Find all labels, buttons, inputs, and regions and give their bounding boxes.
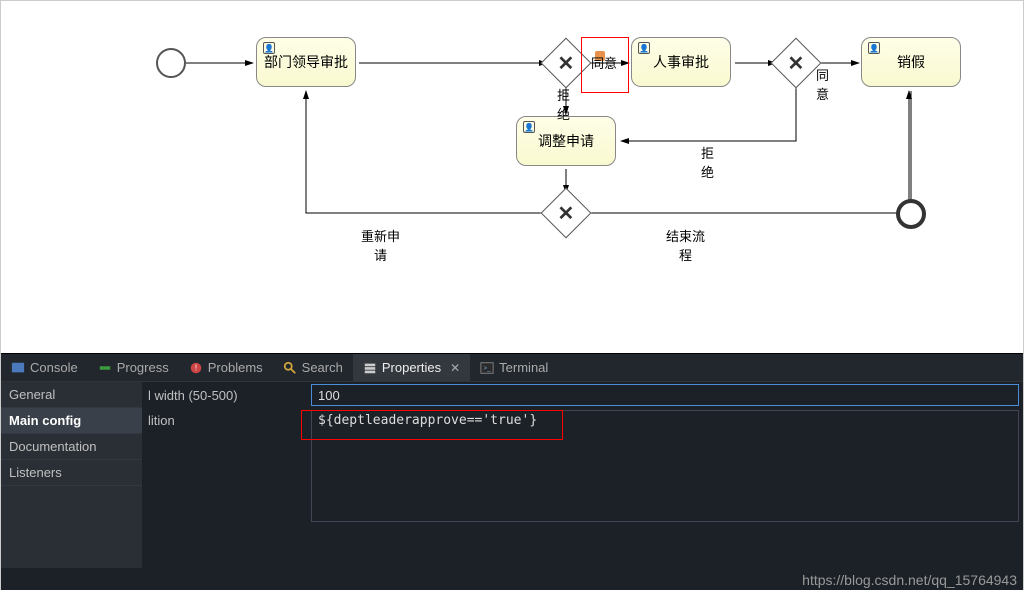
task-hr-approve[interactable]: 👤 人事审批	[631, 37, 731, 87]
task-cancel-leave[interactable]: 👤 销假	[861, 37, 961, 87]
tab-label: Terminal	[499, 360, 548, 375]
bottom-panel: Console Progress ! Problems Search Prope…	[1, 353, 1023, 590]
svg-text:!: !	[195, 363, 197, 372]
tab-label: Properties	[382, 360, 441, 375]
properties-body: General Main config Documentation Listen…	[1, 382, 1023, 568]
field-label-condition: lition	[142, 408, 307, 433]
console-icon	[11, 361, 25, 375]
field-row-condition: lition	[142, 408, 1023, 527]
flow-label-resubmit: 重新申 请	[361, 226, 400, 264]
task-label: 部门领导审批	[264, 52, 348, 72]
gateway-x-icon: ✕	[788, 50, 805, 75]
tab-search[interactable]: Search	[273, 354, 353, 381]
flow-label-agree2: 同 意	[816, 65, 829, 103]
end-event[interactable]	[896, 199, 926, 229]
task-label: 销假	[897, 52, 925, 72]
properties-icon	[363, 361, 377, 375]
field-row-width: l width (50-500)	[142, 382, 1023, 408]
start-event[interactable]	[156, 48, 186, 78]
tab-label: Console	[30, 360, 78, 375]
tab-terminal[interactable]: >_ Terminal	[470, 354, 558, 381]
progress-icon	[98, 361, 112, 375]
tab-label: Progress	[117, 360, 169, 375]
sidebar-item-listeners[interactable]: Listeners	[1, 460, 142, 486]
tab-problems[interactable]: ! Problems	[179, 354, 273, 381]
tab-properties[interactable]: Properties ✕	[353, 354, 470, 381]
condition-input[interactable]	[311, 410, 1019, 522]
gateway-3[interactable]: ✕	[541, 188, 592, 239]
task-label: 调整申请	[538, 131, 594, 151]
gateway-x-icon: ✕	[558, 50, 575, 75]
user-task-icon: 👤	[523, 121, 535, 133]
tab-label: Search	[302, 360, 343, 375]
panel-tabs: Console Progress ! Problems Search Prope…	[1, 354, 1023, 382]
sidebar-item-general[interactable]: General	[1, 382, 142, 408]
properties-sidebar: General Main config Documentation Listen…	[1, 382, 142, 568]
tab-console[interactable]: Console	[1, 354, 88, 381]
tab-label: Problems	[208, 360, 263, 375]
field-label-width: l width (50-500)	[142, 383, 307, 408]
properties-fields: l width (50-500) lition	[142, 382, 1023, 568]
search-icon	[283, 361, 297, 375]
flow-label-reject2: 拒 绝	[701, 143, 714, 181]
tab-progress[interactable]: Progress	[88, 354, 179, 381]
task-label: 人事审批	[653, 52, 709, 72]
width-input[interactable]	[311, 384, 1019, 406]
watermark-text: https://blog.csdn.net/qq_15764943	[802, 572, 1017, 588]
flow-label-reject: 拒 绝	[557, 85, 570, 123]
gateway-2[interactable]: ✕	[771, 38, 822, 89]
user-task-icon: 👤	[638, 42, 650, 54]
bpmn-diagram-canvas[interactable]: 👤 部门领导审批 ✕ 👤 人事审批 ✕ 👤 销假 👤 调整申请 ✕ 同意 拒 绝…	[1, 1, 1023, 353]
flow-label-agree: 同意	[591, 53, 617, 72]
sidebar-item-main-config[interactable]: Main config	[1, 408, 142, 434]
terminal-icon: >_	[480, 361, 494, 375]
user-task-icon: 👤	[868, 42, 880, 54]
sidebar-item-documentation[interactable]: Documentation	[1, 434, 142, 460]
flow-label-endflow: 结束流 程	[666, 226, 705, 264]
user-task-icon: 👤	[263, 42, 275, 54]
gateway-x-icon: ✕	[558, 200, 575, 225]
problems-icon: !	[189, 361, 203, 375]
close-icon[interactable]: ✕	[450, 361, 460, 375]
svg-text:>_: >_	[484, 364, 492, 371]
task-dept-leader-approve[interactable]: 👤 部门领导审批	[256, 37, 356, 87]
task-adjust-apply[interactable]: 👤 调整申请	[516, 116, 616, 166]
